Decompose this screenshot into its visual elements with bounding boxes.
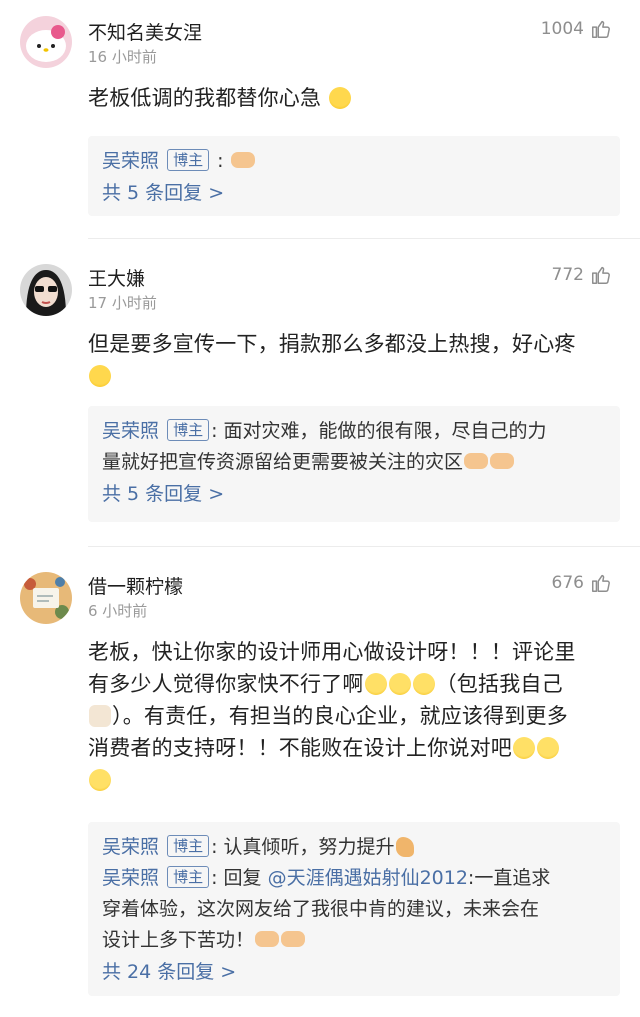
like-button[interactable]: 772 (552, 264, 612, 286)
reply-author[interactable]: 吴荣照 (102, 867, 159, 889)
comment-item: 不知名美女涅 16 小时前 1004 老板低调的我都替你心急 吴荣照 博主 : … (0, 0, 640, 238)
reply-line: 吴荣照 博主: 面对灾难，能做的很有限，尽自己的力 量就好把宣传资源留给更需要被… (102, 419, 547, 473)
laughing-face-icon (537, 737, 559, 759)
handshake-icon (281, 931, 306, 947)
reply-line: 吴荣照 博主: 回复 @天涯偶遇姑射仙2012:一直追求 穿着体验，这次网友给了… (102, 866, 551, 951)
like-button[interactable]: 1004 (541, 18, 612, 40)
laughing-face-icon (388, 673, 411, 695)
blogger-tag: 博主 (167, 866, 210, 888)
avatar[interactable] (20, 264, 72, 316)
laughing-face-icon (513, 737, 535, 759)
reply-author[interactable]: 吴荣照 (102, 836, 159, 858)
like-count: 772 (551, 265, 584, 285)
handshake-icon (230, 152, 255, 168)
username[interactable]: 不知名美女涅 (88, 18, 202, 45)
comment-item: 借一颗柠檬 6 小时前 676 老板，快让你家的设计师用心做设计呀！！！评论里 … (0, 546, 640, 1017)
reply-author[interactable]: 吴荣照 (102, 150, 159, 172)
comment-text: 但是要多宣传一下，捐款那么多都没上热搜，好心疼 (88, 328, 620, 392)
handshake-icon (490, 453, 515, 469)
comment-item: 王大嫌 17 小时前 772 但是要多宣传一下，捐款那么多都没上热搜，好心疼 吴… (0, 238, 640, 546)
reply-line: 吴荣照 博主: 认真倾听，努力提升 (102, 832, 606, 863)
thumbs-up-icon (592, 574, 610, 592)
more-replies-link[interactable]: 共 24 条回复 > (102, 956, 606, 989)
timestamp: 16 小时前 (88, 48, 157, 66)
reply-box[interactable]: 吴荣照 博主: 面对灾难，能做的很有限，尽自己的力 量就好把宣传资源留给更需要被… (88, 406, 620, 522)
comment-text: 老板，快让你家的设计师用心做设计呀！！！评论里 有多少人觉得你家快不行了啊 （包括… (88, 636, 620, 796)
crying-face-icon (89, 365, 111, 387)
thumbs-up-icon (592, 20, 610, 38)
blogger-tag: 博主 (167, 419, 210, 441)
laughing-face-icon (412, 673, 435, 695)
more-replies-link[interactable]: 共 5 条回复 > (102, 478, 606, 511)
woman-sunglasses-avatar-icon (20, 264, 72, 316)
flexed-biceps-icon (395, 837, 414, 857)
avatar[interactable] (20, 16, 72, 68)
like-count: 1004 (540, 19, 584, 39)
crying-face-icon (329, 87, 352, 109)
handshake-icon (464, 453, 489, 469)
timestamp: 17 小时前 (88, 294, 157, 312)
thumbs-up-icon (592, 266, 610, 284)
like-button[interactable]: 676 (552, 572, 612, 594)
comment-text: 老板低调的我都替你心急 (88, 82, 620, 114)
username[interactable]: 借一颗柠檬 (88, 572, 183, 599)
user-mention-link[interactable]: @天涯偶遇姑射仙2012 (268, 867, 468, 889)
avatar[interactable] (20, 572, 72, 624)
reply-line: 吴荣照 博主 : (102, 146, 606, 177)
cat-face-icon (89, 705, 111, 727)
laughing-face-icon (89, 769, 111, 791)
hello-kitty-avatar-icon (20, 16, 72, 68)
reply-box[interactable]: 吴荣照 博主: 认真倾听，努力提升 吴荣照 博主: 回复 @天涯偶遇姑射仙201… (88, 822, 620, 996)
floral-card-avatar-icon (20, 572, 72, 624)
username[interactable]: 王大嫌 (88, 264, 145, 291)
laughing-face-icon (364, 673, 387, 695)
blogger-tag: 博主 (167, 149, 210, 171)
blogger-tag: 博主 (167, 835, 210, 857)
like-count: 676 (551, 573, 584, 593)
reply-author[interactable]: 吴荣照 (102, 420, 159, 442)
more-replies-link[interactable]: 共 5 条回复 > (102, 177, 606, 210)
handshake-icon (255, 931, 280, 947)
reply-box[interactable]: 吴荣照 博主 : 共 5 条回复 > (88, 136, 620, 216)
timestamp: 6 小时前 (88, 602, 148, 620)
